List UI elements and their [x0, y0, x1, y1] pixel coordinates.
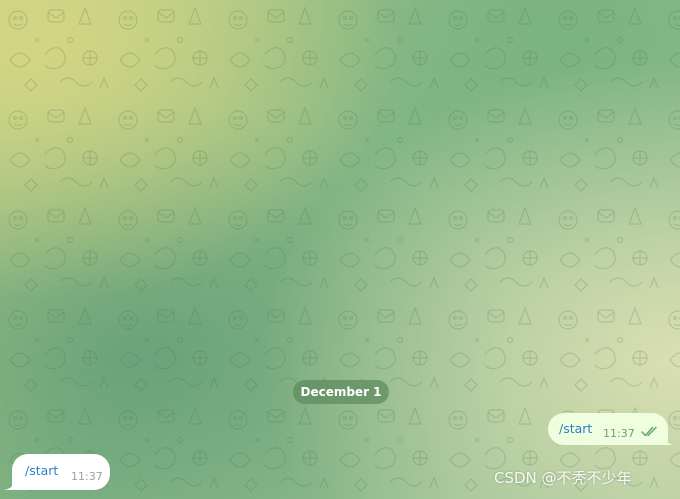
- date-separator: December 1: [293, 380, 389, 404]
- chat-background: December 1 /start 11:37 /start 11:37 CSD…: [0, 0, 680, 499]
- message-time: 11:37: [71, 470, 103, 483]
- message-command-link[interactable]: /start: [25, 463, 58, 478]
- message-command-link[interactable]: /start: [559, 421, 592, 436]
- read-double-check-icon: [641, 426, 659, 441]
- bubble-tail: [664, 437, 674, 445]
- message-time: 11:37: [603, 427, 635, 440]
- incoming-message[interactable]: /start 11:37: [12, 454, 110, 490]
- date-label: December 1: [300, 385, 382, 399]
- outgoing-message[interactable]: /start 11:37: [548, 413, 668, 445]
- bubble-tail: [4, 482, 14, 490]
- watermark: CSDN @不秃不少年: [494, 469, 632, 487]
